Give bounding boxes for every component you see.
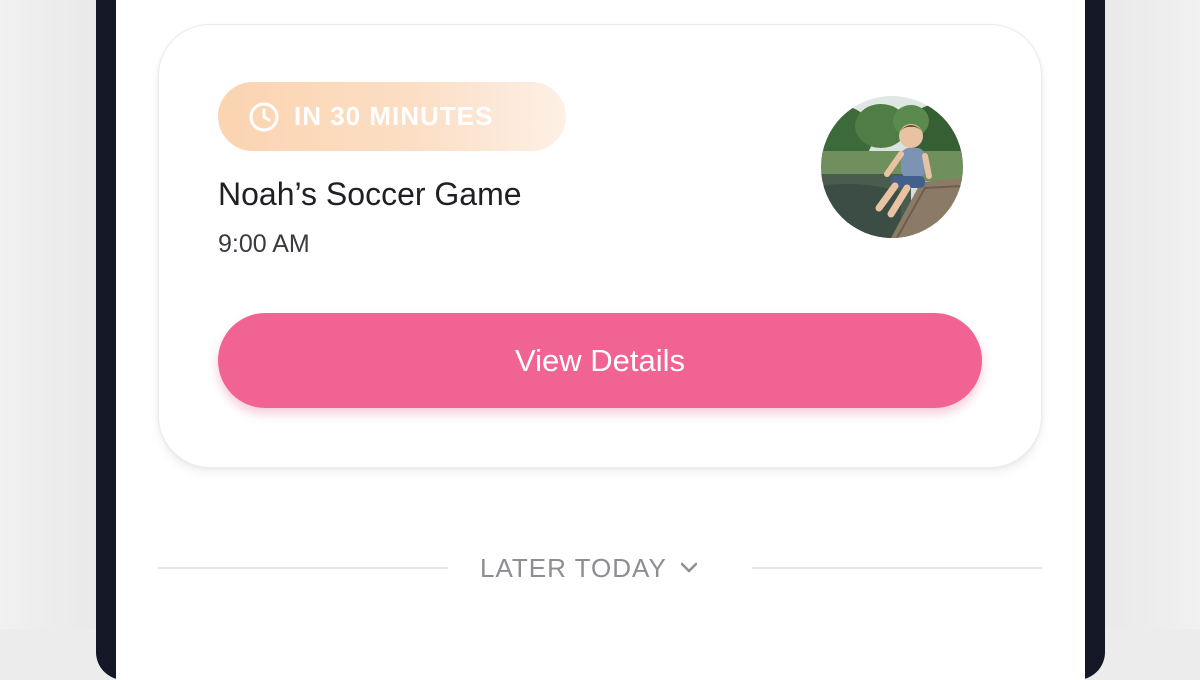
badge-label: IN 30 MINUTES	[294, 101, 494, 131]
view-details-button[interactable]: View Details	[218, 313, 982, 408]
background-right	[1104, 0, 1200, 629]
background-left	[0, 0, 96, 629]
divider-right	[752, 567, 1042, 569]
event-title: Noah’s Soccer Game	[218, 176, 522, 212]
later-today-toggle[interactable]: LATER TODAY	[480, 550, 699, 586]
chevron-down-icon	[680, 562, 698, 573]
time-until-badge: IN 30 MINUTES	[218, 82, 566, 151]
later-today-label: LATER TODAY	[480, 552, 667, 583]
clock-icon	[249, 102, 279, 131]
view-details-label: View Details	[514, 342, 685, 378]
avatar	[821, 96, 963, 238]
event-time: 9:00 AM	[218, 230, 310, 258]
child-photo-icon	[821, 96, 963, 238]
divider-left	[158, 567, 448, 569]
